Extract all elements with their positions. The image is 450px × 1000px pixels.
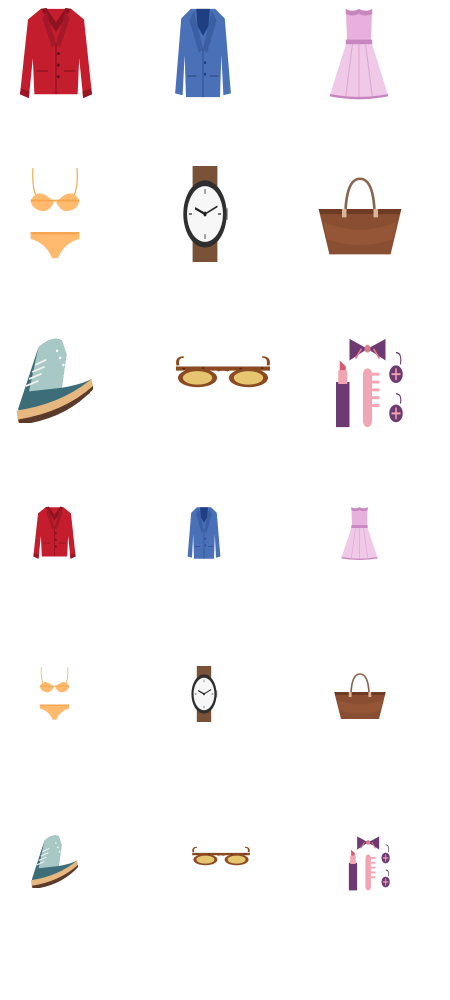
sneaker-icon: [30, 833, 78, 888]
cosmetics-accessories-icon: [333, 335, 408, 433]
sunglasses-icon: [191, 846, 251, 877]
cosmetics-accessories-icon: [347, 834, 393, 894]
pink-dress-icon: [326, 5, 392, 101]
red-jacket-icon: [31, 505, 78, 561]
handbag-icon: [315, 172, 405, 256]
sunglasses-icon: [174, 355, 272, 407]
blue-blazer-icon: [184, 505, 224, 561]
pink-dress-icon: [339, 505, 380, 561]
handbag-icon: [332, 670, 388, 720]
red-jacket-icon: [16, 5, 96, 102]
sneaker-icon: [15, 335, 93, 423]
bikini-icon: [37, 666, 72, 722]
wristwatch-icon: [186, 666, 222, 722]
blue-blazer-icon: [169, 5, 237, 101]
bikini-icon: [26, 166, 84, 262]
wristwatch-icon: [174, 166, 236, 262]
